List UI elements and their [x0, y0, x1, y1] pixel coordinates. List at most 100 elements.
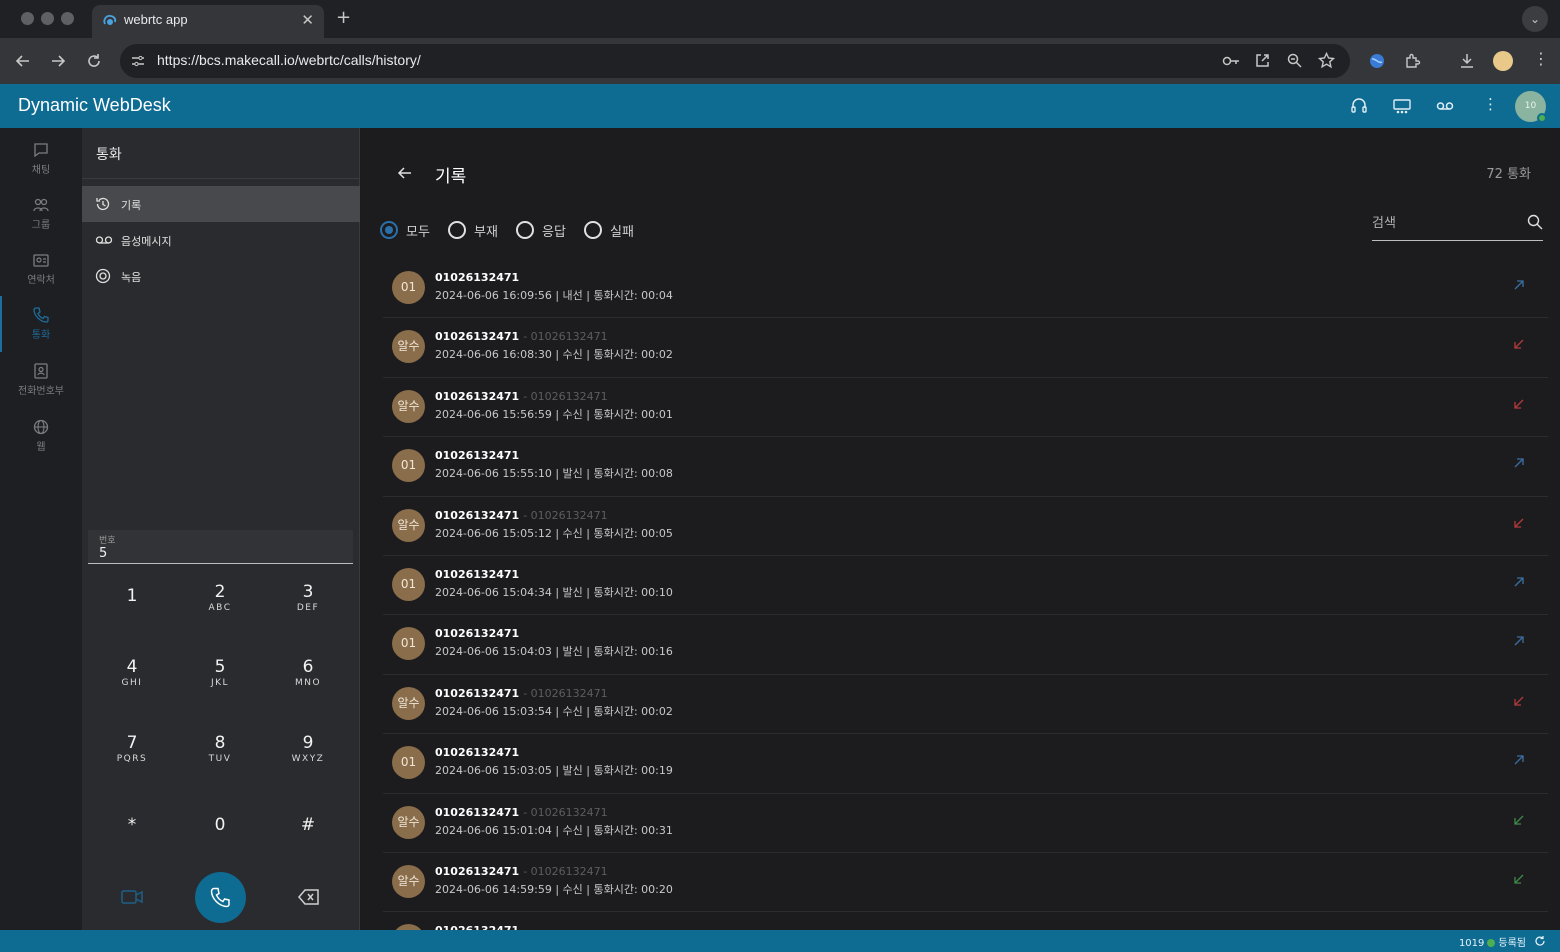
bookmark-star-icon[interactable]	[1318, 52, 1335, 69]
incoming-call-arrow-icon[interactable]	[1512, 337, 1526, 351]
voicemail-header-icon[interactable]	[1435, 96, 1455, 116]
profile-avatar[interactable]	[1493, 51, 1513, 71]
call-history-row[interactable]: 알수 01026132471- 01026132471 2024-06-06 15:…	[383, 378, 1548, 438]
reload-icon[interactable]	[84, 51, 104, 71]
window-close-button[interactable]	[21, 12, 34, 25]
open-external-icon[interactable]	[1254, 52, 1271, 69]
call-history-row[interactable]: 01 01026132471 2024-06-06 15:04:03 | 발신 | …	[383, 615, 1548, 675]
forward-arrow-icon[interactable]	[48, 51, 68, 71]
backspace-icon[interactable]	[297, 887, 321, 907]
menu-item-recording[interactable]: 녹음	[82, 258, 360, 294]
back-arrow-icon[interactable]	[396, 164, 414, 182]
call-number-text: 01026132471	[435, 864, 520, 878]
rail-item-calls[interactable]: 통화	[0, 298, 82, 354]
key-9[interactable]: 9 WXYZ	[268, 733, 348, 793]
call-history-row[interactable]: 0101026132471	[383, 912, 1548, 930]
call-history-row[interactable]: 알수 01026132471- 01026132471 2024-06-06 14:…	[383, 853, 1548, 913]
key-digit: 0	[214, 815, 226, 835]
menu-item-history[interactable]: 기록	[82, 186, 360, 222]
caller-avatar: 01	[392, 567, 425, 601]
radio-checked[interactable]	[380, 221, 398, 239]
extensions-puzzle-icon[interactable]	[1404, 52, 1422, 70]
call-number-text: 01026132471	[435, 627, 520, 641]
radio[interactable]	[448, 221, 466, 239]
number-value[interactable]: 5	[99, 546, 107, 561]
back-arrow-icon[interactable]	[13, 51, 33, 71]
search-input[interactable]	[1372, 213, 1522, 233]
caller-avatar: 알수	[392, 805, 425, 839]
key-4[interactable]: 4 GHI	[92, 657, 172, 717]
call-history-row[interactable]: 알수 01026132471- 01026132471 2024-06-06 15:…	[383, 497, 1548, 556]
call-history-row[interactable]: 01 01026132471 2024-06-06 16:09:56 | 내선 | …	[383, 259, 1548, 319]
key-0[interactable]: 0	[180, 815, 260, 875]
call-history-row[interactable]: 알수 01026132471- 01026132471 2024-06-06 16:…	[383, 318, 1548, 378]
incoming-call-arrow-icon[interactable]	[1512, 813, 1526, 827]
incoming-call-arrow-icon[interactable]	[1512, 516, 1526, 530]
incoming-call-arrow-icon[interactable]	[1512, 694, 1526, 708]
rail-item-contacts[interactable]: 연락처	[0, 243, 82, 299]
rail-item-group[interactable]: 그룹	[0, 188, 82, 244]
tab-search-chevron-icon[interactable]: ⌄	[1522, 6, 1548, 32]
address-bar[interactable]: https://bcs.makecall.io/webrtc/calls/his…	[120, 44, 1350, 78]
call-history-row[interactable]: 01 01026132471 2024-06-06 15:55:10 | 발신 | …	[383, 437, 1548, 497]
key-letters: ABC	[208, 603, 232, 613]
refresh-icon[interactable]	[1534, 935, 1546, 947]
menu-item-voicemail[interactable]: 음성메시지	[82, 222, 360, 258]
voicemail-icon	[95, 236, 113, 244]
browser-toolbar: https://bcs.makecall.io/webrtc/calls/his…	[0, 38, 1560, 84]
new-tab-icon[interactable]: +	[336, 7, 351, 28]
globe-icon	[33, 419, 49, 435]
outgoing-call-arrow-icon[interactable]	[1512, 456, 1526, 470]
key-8[interactable]: 8 TUV	[180, 733, 260, 793]
key-3[interactable]: 3 DEF	[268, 582, 348, 642]
rail-item-phonebook[interactable]: 전화번호부	[0, 354, 82, 410]
call-number-text: 01026132471	[435, 508, 520, 522]
outgoing-call-arrow-icon[interactable]	[1512, 634, 1526, 648]
key-6[interactable]: 6 MNO	[268, 657, 348, 717]
call-button[interactable]	[195, 872, 246, 923]
caller-avatar: 알수	[392, 864, 425, 898]
key-icon[interactable]	[1221, 52, 1241, 70]
key-2[interactable]: 2 ABC	[180, 582, 260, 642]
dial-number-field[interactable]: 번호 5	[88, 530, 353, 564]
browser-menu-icon[interactable]: ⋮	[1533, 49, 1549, 68]
outgoing-call-arrow-icon[interactable]	[1512, 575, 1526, 589]
video-call-icon[interactable]	[120, 887, 144, 907]
rail-label: 채팅	[31, 165, 51, 176]
extension-globe-icon[interactable]	[1368, 52, 1386, 70]
key-1[interactable]: 1	[92, 586, 172, 646]
download-icon[interactable]	[1458, 52, 1476, 70]
rail-label: 전화번호부	[18, 386, 64, 397]
search-icon[interactable]	[1527, 214, 1543, 230]
incoming-call-arrow-icon[interactable]	[1512, 397, 1526, 411]
key-7[interactable]: 7 PQRS	[92, 733, 172, 793]
radio[interactable]	[584, 221, 602, 239]
zoom-icon[interactable]	[1286, 52, 1303, 69]
window-zoom-button[interactable]	[61, 12, 74, 25]
call-history-row[interactable]: 알수 01026132471- 01026132471 2024-06-06 15:…	[383, 675, 1548, 735]
call-detail: 2024-06-06 15:04:03 | 발신 | 통화시간: 00:16	[435, 645, 673, 659]
call-history-row[interactable]: 알수 01026132471- 01026132471 2024-06-06 15:…	[383, 794, 1548, 853]
key-hash[interactable]: #	[268, 815, 348, 875]
tab-close-icon[interactable]: ✕	[301, 11, 314, 29]
incoming-call-arrow-icon[interactable]	[1512, 872, 1526, 886]
call-history-row[interactable]: 01 01026132471 2024-06-06 15:03:05 | 발신 | …	[383, 734, 1548, 794]
key-5[interactable]: 5 JKL	[180, 657, 260, 717]
window-minimize-button[interactable]	[41, 12, 54, 25]
browser-tab[interactable]: webrtc app ✕	[92, 5, 324, 38]
key-star[interactable]: *	[92, 815, 172, 875]
more-menu-icon[interactable]: ⋮	[1483, 95, 1498, 113]
headset-icon[interactable]	[1349, 96, 1369, 116]
call-history-row[interactable]: 01 01026132471 2024-06-06 15:04:34 | 발신 | …	[383, 556, 1548, 616]
queue-monitor-icon[interactable]	[1392, 96, 1412, 116]
group-icon	[33, 198, 49, 212]
outgoing-call-arrow-icon[interactable]	[1512, 753, 1526, 767]
radio[interactable]	[516, 221, 534, 239]
site-settings-icon[interactable]	[130, 53, 146, 69]
chat-icon	[34, 143, 48, 158]
call-sub-number: - 01026132471	[523, 389, 608, 403]
outgoing-call-arrow-icon[interactable]	[1512, 278, 1526, 292]
rail-item-web[interactable]: 웹	[0, 410, 82, 466]
caller-avatar: 01	[392, 449, 425, 483]
rail-item-chat[interactable]: 채팅	[0, 133, 82, 189]
